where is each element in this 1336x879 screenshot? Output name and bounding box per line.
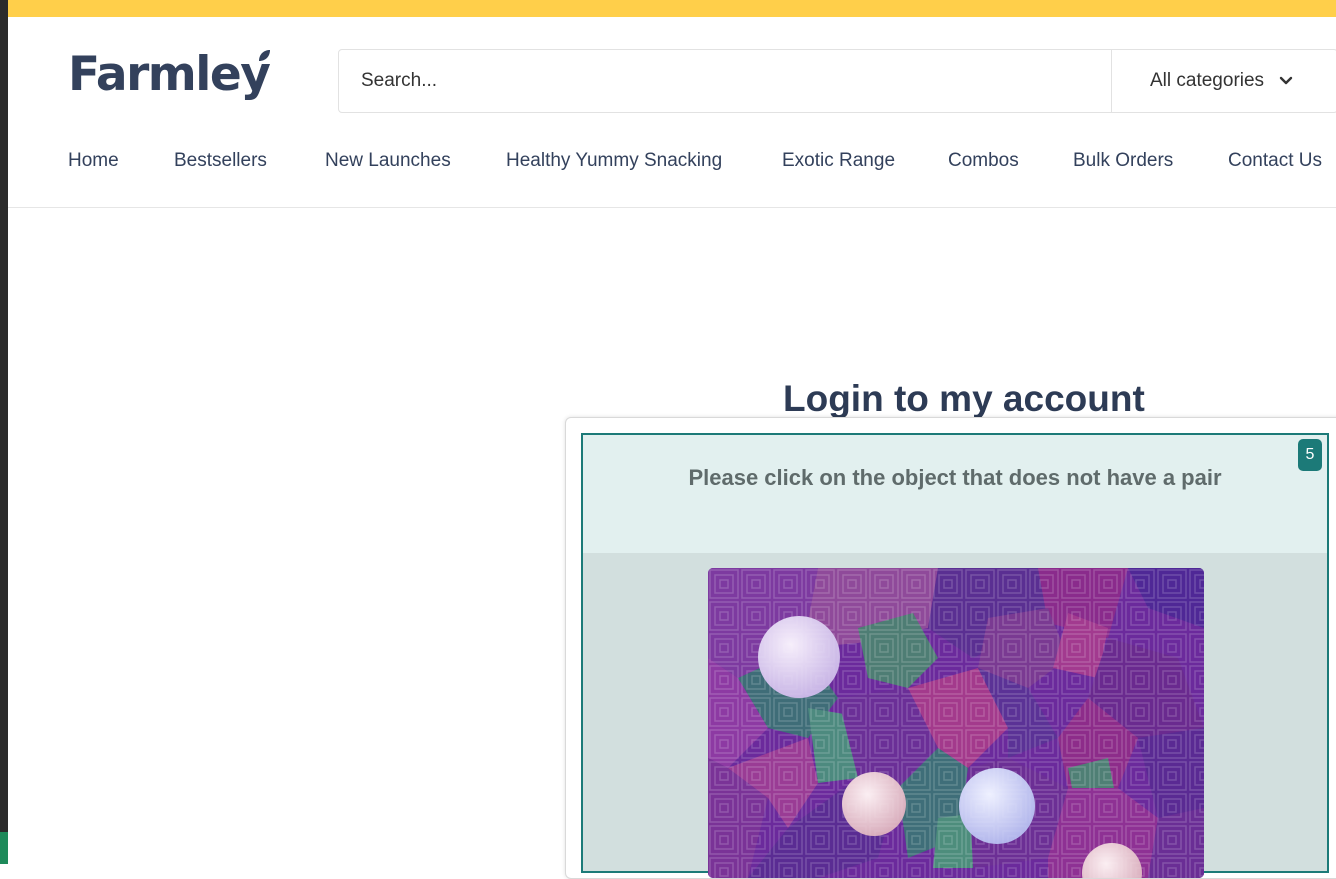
login-title: Login to my account <box>783 378 1145 419</box>
nav-combos[interactable]: Combos <box>948 150 1019 172</box>
nav-exotic-range[interactable]: Exotic Range <box>782 150 895 172</box>
site-header: Farmley All categories Home Bestsellers … <box>8 17 1336 208</box>
nav-healthy-snacking[interactable]: Healthy Yummy Snacking <box>506 150 722 172</box>
nav-bulk-orders[interactable]: Bulk Orders <box>1073 150 1173 172</box>
captcha-frame: Please click on the object that does not… <box>581 433 1329 878</box>
captcha-prompt: Please click on the object that does not… <box>688 465 1222 490</box>
captcha-counter-badge: 5 <box>1298 439 1322 471</box>
left-edge-accent <box>0 832 8 864</box>
puzzle-image <box>708 568 1204 878</box>
main-nav: Home Bestsellers New Launches Healthy Yu… <box>8 17 1336 207</box>
nav-bestsellers[interactable]: Bestsellers <box>174 150 267 172</box>
nav-home[interactable]: Home <box>68 150 119 172</box>
nav-contact-us[interactable]: Contact Us <box>1228 150 1322 172</box>
announcement-bar <box>8 0 1336 17</box>
left-window-edge <box>0 0 8 864</box>
captcha-header: Please click on the object that does not… <box>583 435 1327 553</box>
captcha-puzzle-image[interactable] <box>708 568 1204 878</box>
nav-new-launches[interactable]: New Launches <box>325 150 451 172</box>
